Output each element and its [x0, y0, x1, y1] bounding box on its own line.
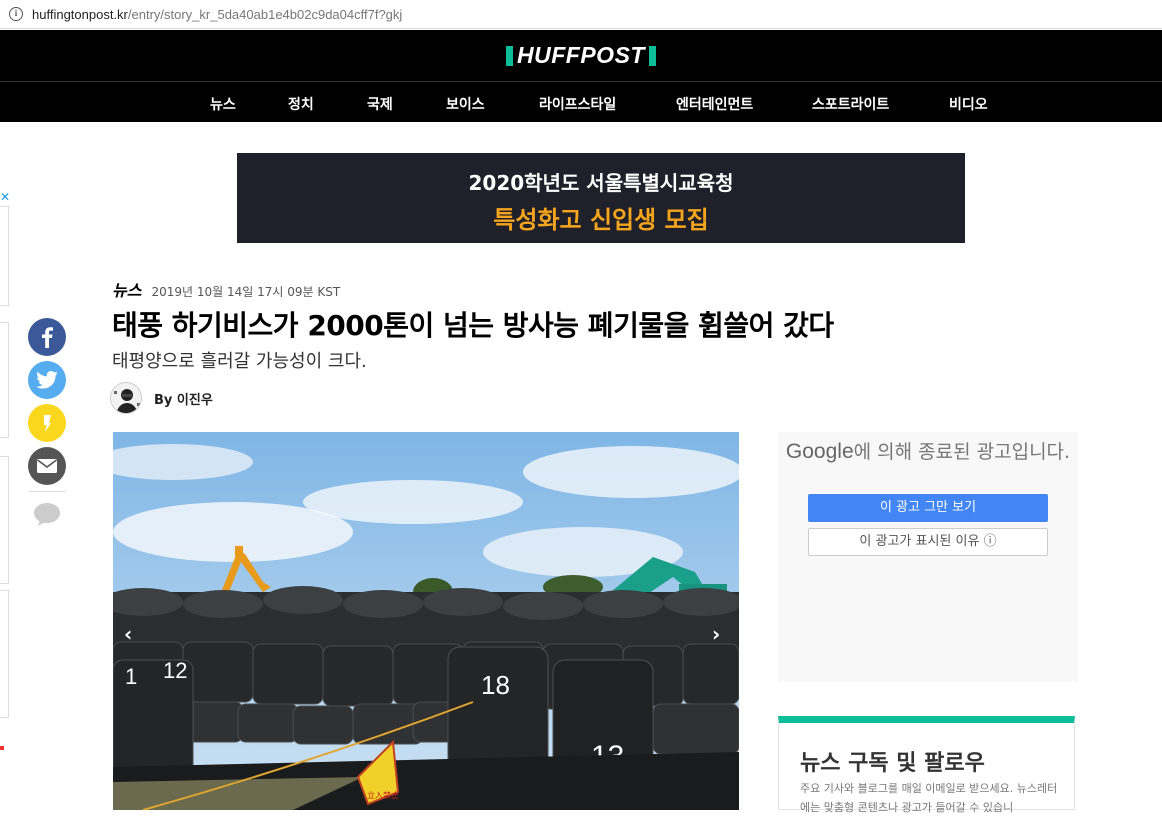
banner-line-2: 특성화고 신입생 모집 [493, 206, 709, 234]
google-wordmark: Google [785, 440, 854, 463]
article-photo[interactable]: 1 12 18 13 立入禁止 [113, 432, 739, 810]
nav-item-news[interactable]: 뉴스 [210, 94, 236, 114]
banner-ad[interactable]: 2020학년도 서울특별시교육청 특성화고 신입생 모집 [237, 153, 965, 243]
section-label[interactable]: 뉴스 [112, 277, 141, 301]
address-bar[interactable]: i huffingtonpost.kr/entry/story_kr_5da40… [0, 0, 1162, 29]
comment-button[interactable] [28, 496, 66, 534]
radioactive-waste-bags-image: 1 12 18 13 立入禁止 [113, 432, 739, 810]
nav-item-voices[interactable]: 보이스 [446, 94, 485, 114]
twitter-share-button[interactable] [28, 361, 66, 399]
banner-line-1: 2020학년도 서울특별시교육청 [468, 171, 734, 195]
main-nav: 뉴스 정치 국제 보이스 라이프스타일 엔터테인먼트 스포트라이트 비디오 [0, 81, 1162, 122]
bag-number: 12 [163, 658, 187, 683]
share-divider [29, 491, 66, 492]
publish-date: 2019년 10월 14일 17시 09분 KST [151, 285, 341, 299]
comment-icon [34, 503, 60, 526]
newsletter-subscribe-box: 뉴스 구독 및 팔로우 주요 기사와 블로그를 매일 이메일로 받으세요. 뉴스… [778, 716, 1075, 814]
logo-left-bar [506, 45, 514, 66]
bag-number: 18 [481, 670, 510, 700]
left-ad-box [0, 322, 9, 438]
warning-sign-text: 立入禁止 [367, 790, 399, 800]
url-host: huffingtonpost.kr [32, 6, 128, 22]
masthead: HUFFPOST [0, 30, 1162, 81]
why-this-ad-button[interactable]: 이 광고가 표시된 이유 ⓘ [808, 528, 1048, 556]
left-ad-box [0, 206, 9, 306]
adchoices-close-icon[interactable]: ✕ [0, 190, 10, 204]
left-ad-mark [0, 746, 4, 750]
kakaostory-icon [44, 415, 51, 432]
facebook-share-button[interactable] [28, 318, 66, 356]
url-text[interactable]: huffingtonpost.kr/entry/story_kr_5da40ab… [32, 7, 402, 22]
author-avatar[interactable] [110, 382, 142, 414]
left-ad-box [0, 456, 9, 584]
nav-item-spotlight[interactable]: 스포트라이트 [812, 94, 889, 114]
nav-item-lifestyle[interactable]: 라이프스타일 [539, 94, 616, 114]
closed-ad-text: 에 의해 종료된 광고입니다. [853, 441, 1071, 463]
closed-ad-panel: Google에 의해 종료된 광고입니다. 이 광고 그만 보기 이 광고가 표… [778, 432, 1078, 682]
subscribe-description: 주요 기사와 블로그를 매일 이메일로 받으세요. 뉴스레터에는 맞춤형 콘텐츠… [800, 782, 1058, 814]
bag-number: 1 [125, 664, 137, 689]
info-icon[interactable]: i [9, 7, 23, 21]
email-icon [37, 459, 57, 473]
subscribe-title: 뉴스 구독 및 팔로우 [800, 751, 985, 776]
article-kicker: 뉴스 2019년 10월 14일 17시 09분 KST [112, 277, 340, 301]
logo-right-bar [648, 45, 656, 66]
author-portrait [111, 383, 141, 413]
author-name[interactable]: By 이진우 [154, 389, 213, 408]
carousel-prev-icon[interactable]: ‹ [124, 622, 132, 646]
facebook-icon [42, 327, 53, 348]
byline: By 이진우 [110, 382, 213, 414]
closed-ad-message: Google에 의해 종료된 광고입니다. [778, 438, 1078, 466]
huffpost-logo[interactable]: HUFFPOST [506, 42, 656, 68]
nav-item-politics[interactable]: 정치 [288, 94, 314, 114]
kakao-share-button[interactable] [28, 404, 66, 442]
article-headline: 태풍 하기비스가 2000톤이 넘는 방사능 폐기물을 휩쓸어 갔다 [112, 309, 834, 342]
email-share-button[interactable] [28, 447, 66, 485]
twitter-icon [36, 371, 58, 389]
carousel-next-icon[interactable]: › [712, 622, 720, 646]
article-subhead: 태평양으로 흘러갈 가능성이 크다. [112, 351, 367, 372]
url-path: /entry/story_kr_5da40ab1e4b02c9da04cff7f… [127, 6, 403, 22]
left-ad-rail: ✕ [0, 190, 10, 720]
left-ad-box [0, 590, 9, 718]
stop-seeing-ad-button[interactable]: 이 광고 그만 보기 [808, 494, 1048, 522]
nav-item-entertainment[interactable]: 엔터테인먼트 [676, 94, 753, 114]
nav-item-world[interactable]: 국제 [367, 94, 393, 114]
logo-text: HUFFPOST [517, 42, 645, 68]
nav-item-video[interactable]: 비디오 [949, 94, 988, 114]
